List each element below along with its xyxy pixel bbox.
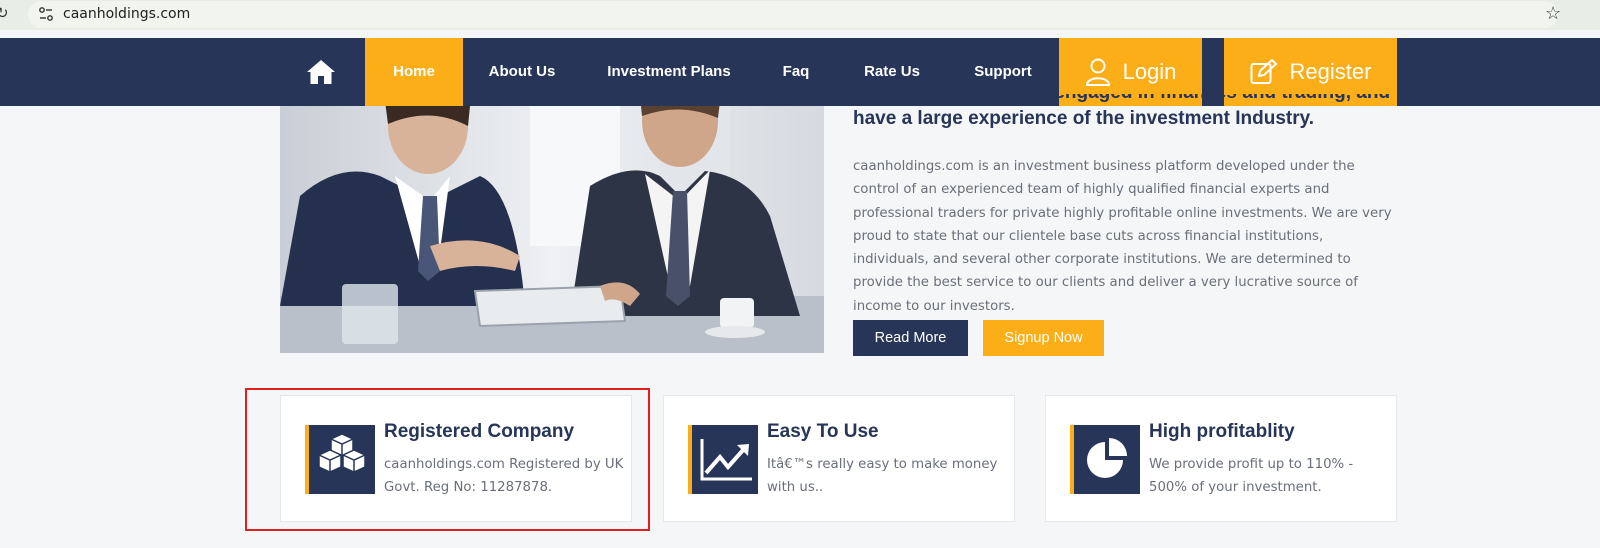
nav-item-about[interactable]: About Us xyxy=(476,38,568,106)
feature-text: Itâ€™s really easy to make money with us… xyxy=(767,457,998,496)
nav-item-faq[interactable]: Faq xyxy=(770,38,822,106)
hero-heading-line1: We are professionally engaged in finance… xyxy=(853,94,1413,106)
read-more-button[interactable]: Read More xyxy=(853,320,968,356)
feature-card-easy: Easy To Use Itâ€™s really easy to make m… xyxy=(663,395,1015,522)
edit-icon xyxy=(1250,59,1277,84)
reload-icon[interactable]: ↻ xyxy=(0,4,9,22)
feature-title: High profitablity xyxy=(1149,421,1295,442)
feature-title: Easy To Use xyxy=(767,421,879,442)
login-label: Login xyxy=(1122,59,1177,84)
pie-chart-icon xyxy=(1070,425,1140,494)
browser-toolbar: ↻ caanholdings.com ☆ xyxy=(0,0,1600,30)
user-icon xyxy=(1085,58,1110,86)
nav-item-investment-plans[interactable]: Investment Plans xyxy=(600,38,738,106)
chart-line-icon xyxy=(688,425,758,494)
highlight-box xyxy=(245,388,650,531)
url-text[interactable]: caanholdings.com xyxy=(63,6,190,22)
hero-image xyxy=(280,106,824,353)
feature-text: We provide profit up to 110% - 500% of y… xyxy=(1149,457,1354,496)
hero-description: caanholdings.com is an investment busine… xyxy=(853,159,1392,314)
register-label: Register xyxy=(1289,59,1372,84)
hero-heading-line2: have a large experience of the investmen… xyxy=(853,108,1315,129)
home-icon[interactable] xyxy=(306,58,336,86)
signup-now-button[interactable]: Signup Now xyxy=(983,320,1104,356)
feature-card-profitability: High profitablity We provide profit up t… xyxy=(1045,395,1397,522)
nav-item-home[interactable]: Home xyxy=(365,38,463,106)
site-info-icon[interactable] xyxy=(38,6,54,22)
bookmark-star-icon[interactable]: ☆ xyxy=(1545,3,1561,24)
hero-heading: We are professionally engaged in finance… xyxy=(853,94,1413,132)
address-bar[interactable] xyxy=(28,1,1558,28)
